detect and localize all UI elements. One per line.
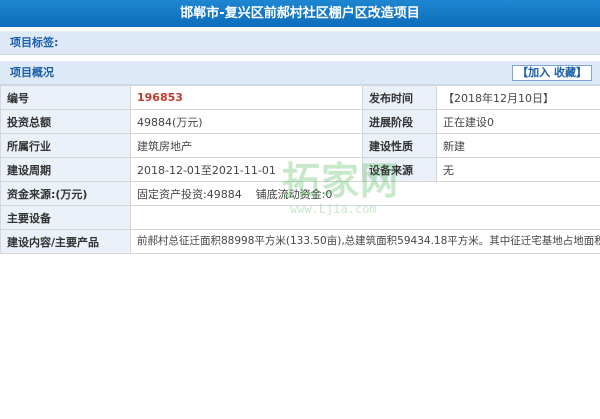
project-info-table: 编号 196853 发布时间 【2018年12月10日】 投资总额 49884(…: [0, 85, 600, 254]
project-detail-page: 邯郸市-复兴区前郝村社区棚户区改造项目 项目标签: 项目概况 【加入 收藏】 编…: [0, 0, 600, 419]
table-row: 编号 196853 发布时间 【2018年12月10日】: [0, 85, 600, 110]
code-label: 编号: [0, 85, 131, 110]
equipment-source-label: 设备来源: [362, 157, 437, 182]
period-label: 建设周期: [0, 157, 131, 182]
table-row: 投资总额 49884(万元) 进展阶段 正在建设0: [0, 109, 600, 134]
page-title: 邯郸市-复兴区前郝村社区棚户区改造项目: [0, 0, 600, 27]
equipment-source-value: 无: [436, 157, 600, 182]
period-value: 2018-12-01至2021-11-01: [130, 157, 363, 182]
stage-value: 正在建设0: [436, 109, 600, 134]
publish-time-label: 发布时间: [362, 85, 437, 110]
industry-label: 所属行业: [0, 133, 131, 158]
funding-value: 固定资产投资:49884 铺底流动资金:0: [130, 181, 600, 206]
funding-label: 资金来源:(万元): [0, 181, 131, 206]
investment-value: 49884(万元): [130, 109, 363, 134]
section-project-tags: 项目标签:: [0, 31, 600, 55]
section-project-overview: 项目概况 【加入 收藏】: [0, 61, 600, 85]
code-value: 196853: [130, 85, 363, 110]
table-row: 建设内容/主要产品 前郝村总征迁面积88998平方米(133.50亩),总建筑面…: [0, 229, 600, 254]
investment-label: 投资总额: [0, 109, 131, 134]
nature-value: 新建: [436, 133, 600, 158]
section-overview-label: 项目概况: [10, 66, 54, 79]
content-value: 前郝村总征迁面积88998平方米(133.50亩),总建筑面积59434.18平…: [130, 229, 600, 254]
publish-time-value: 【2018年12月10日】: [436, 85, 600, 110]
content-label: 建设内容/主要产品: [0, 229, 131, 254]
table-row: 资金来源:(万元) 固定资产投资:49884 铺底流动资金:0: [0, 181, 600, 206]
equipment-label: 主要设备: [0, 205, 131, 230]
equipment-value: [130, 205, 600, 230]
nature-label: 建设性质: [362, 133, 437, 158]
table-row: 建设周期 2018-12-01至2021-11-01 设备来源 无: [0, 157, 600, 182]
table-row: 所属行业 建筑房地产 建设性质 新建: [0, 133, 600, 158]
table-row: 主要设备: [0, 205, 600, 230]
industry-value: 建筑房地产: [130, 133, 363, 158]
add-favorite-button[interactable]: 【加入 收藏】: [512, 65, 592, 81]
stage-label: 进展阶段: [362, 109, 437, 134]
